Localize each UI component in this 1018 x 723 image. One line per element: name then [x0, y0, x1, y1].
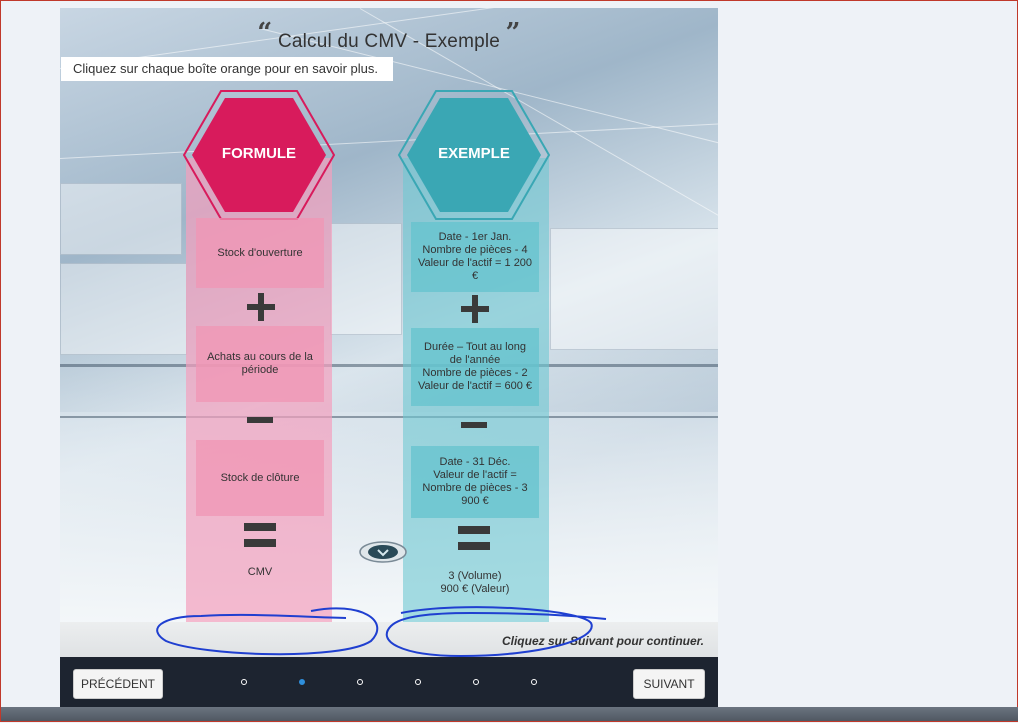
exemple-result-line: 3 (Volume) [448, 570, 502, 582]
next-button[interactable]: SUIVANT [633, 669, 705, 699]
exemple-box-text: Date - 31 Déc. Valeur de l'actif = Nombr… [422, 456, 527, 508]
exemple-result: 3 (Volume) 900 € (Valeur) [405, 570, 545, 596]
page-dot-6[interactable] [531, 679, 537, 685]
background-railing [60, 416, 718, 418]
exemple-box-closing[interactable]: Date - 31 Déc. Valeur de l'actif = Nombr… [411, 446, 539, 518]
exemple-result-line: 900 € (Valeur) [440, 583, 510, 595]
formule-box-closing-stock[interactable]: Stock de clôture [196, 440, 324, 516]
exemple-box-purchases[interactable]: Durée – Tout au long de l'année Nombre d… [411, 328, 539, 406]
formule-box-purchases[interactable]: Achats au cours de la période [196, 326, 324, 402]
plus-icon [247, 293, 275, 321]
exemple-line: Nombre de pièces - 3 [422, 482, 528, 494]
page-dot-4[interactable] [415, 679, 421, 685]
background-line [60, 121, 718, 159]
floor-emblem-icon [359, 541, 407, 563]
exemple-hexagon-button[interactable]: EXEMPLE [398, 89, 550, 221]
slide-footer: Cliquez sur Suivant pour continuer. [60, 622, 718, 657]
slide-title: “ Calcul du CMV - Exemple ” [60, 18, 718, 53]
background-window [550, 228, 718, 350]
background-window [330, 223, 402, 335]
equals-icon [244, 523, 276, 551]
page-dot-2[interactable] [299, 679, 305, 685]
formule-header-label: FORMULE [221, 145, 297, 162]
exemple-box-opening[interactable]: Date - 1er Jan. Nombre de pièces - 4 Val… [411, 222, 539, 292]
exemple-line: Date - 31 Déc. [439, 456, 511, 468]
instruction-banner: Cliquez sur chaque boîte orange pour en … [61, 57, 393, 81]
background-floor [60, 412, 718, 622]
exemple-box-text: Date - 1er Jan. Nombre de pièces - 4 Val… [417, 231, 533, 283]
exemple-header-label: EXEMPLE [438, 145, 510, 162]
page-dot-3[interactable] [357, 679, 363, 685]
formule-box-opening-stock[interactable]: Stock d'ouverture [196, 218, 324, 288]
exemple-line: Valeur de l'actif = [433, 469, 517, 481]
close-quote-icon: ” [505, 18, 521, 48]
exemple-line: 900 € [461, 495, 489, 507]
exemple-line: Nombre de pièces - 4 [422, 244, 528, 256]
background-window [60, 263, 187, 355]
exemple-box-text: Durée – Tout au long de l'année Nombre d… [417, 341, 533, 393]
exemple-line: Durée – Tout au long de l'année [424, 341, 526, 366]
navigation-bar: PRÉCÉDENT SUIVANT [60, 657, 718, 707]
minus-icon [247, 408, 275, 436]
formule-hexagon-button[interactable]: FORMULE [183, 89, 335, 221]
minus-icon [461, 413, 489, 441]
background-railing [60, 364, 718, 367]
slide-stage: “ Calcul du CMV - Exemple ” Cliquez sur … [60, 8, 718, 622]
open-quote-icon: “ [257, 18, 273, 48]
formule-result: CMV [247, 566, 273, 578]
exemple-line: Date - 1er Jan. [438, 231, 512, 243]
page-dot-5[interactable] [473, 679, 479, 685]
exemple-line: Valeur de l'actif = 600 € [417, 380, 533, 392]
equals-icon [458, 526, 490, 554]
background-window [60, 183, 182, 255]
exemple-line: Valeur de l'actif = 1 200 € [417, 257, 533, 282]
exemple-line: Nombre de pièces - 2 [422, 367, 528, 379]
window-bottom-bar [1, 707, 1018, 721]
slide-title-text: Calcul du CMV - Exemple [277, 31, 501, 52]
previous-button[interactable]: PRÉCÉDENT [73, 669, 163, 699]
plus-icon [461, 295, 489, 323]
page-dot-1[interactable] [241, 679, 247, 685]
continue-hint: Cliquez sur Suivant pour continuer. [501, 634, 704, 648]
